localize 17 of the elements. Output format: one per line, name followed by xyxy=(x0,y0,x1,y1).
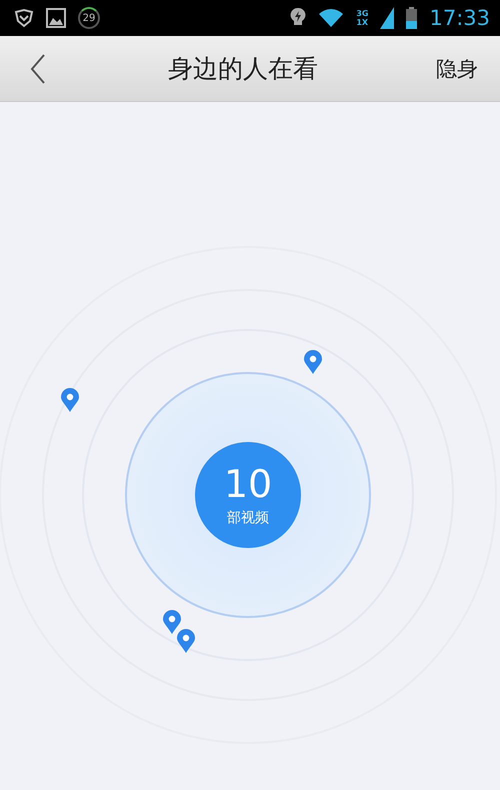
video-count: 10 xyxy=(224,463,272,505)
invisible-button[interactable]: 隐身 xyxy=(436,54,478,82)
page-title: 身边的人在看 xyxy=(167,53,319,85)
video-unit: 部视频 xyxy=(227,509,269,527)
back-icon xyxy=(30,54,46,84)
signal-icon xyxy=(380,7,394,29)
battery-icon xyxy=(406,7,418,29)
location-pin-icon[interactable] xyxy=(61,388,79,412)
gauge-badge: 29 xyxy=(78,7,100,29)
location-pin-icon[interactable] xyxy=(304,350,322,374)
shield-icon xyxy=(14,8,34,28)
network-label: 3G 1X xyxy=(356,9,368,27)
location-pin-icon[interactable] xyxy=(163,610,181,634)
wifi-icon xyxy=(318,8,344,28)
location-pin-icon[interactable] xyxy=(177,629,195,653)
clock-time: 17:33 xyxy=(429,6,490,30)
image-icon xyxy=(46,8,66,28)
